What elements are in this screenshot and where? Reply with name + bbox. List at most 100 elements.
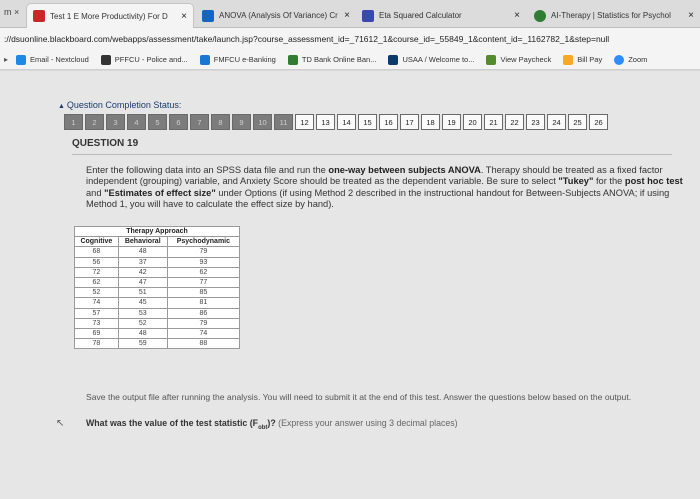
tab-label: Eta Squared Calculator [379, 11, 462, 20]
tab-label: ANOVA (Analysis Of Variance) Cr [219, 11, 338, 20]
question-nav-button[interactable]: 5 [148, 114, 167, 130]
completion-status-label[interactable]: ▲ Question Completion Status: [58, 100, 181, 110]
question-nav-button[interactable]: 4 [127, 114, 146, 130]
question-nav-button[interactable]: 25 [568, 114, 587, 130]
table-cell: 37 [117, 256, 168, 268]
bookmark-usaa[interactable]: USAA / Welcome to... [388, 54, 475, 65]
table-cell: 74 [166, 327, 241, 340]
question-bold-end: )? [267, 418, 276, 428]
column-header-psychodynamic: Psychodynamic [166, 236, 241, 248]
tab-ai-therapy[interactable]: AI-Therapy | Statistics for Psychol × [528, 3, 700, 28]
question-nav-button[interactable]: 8 [211, 114, 230, 130]
question-nav-button[interactable]: 1 [64, 114, 83, 130]
question-nav-button[interactable]: 15 [358, 114, 377, 130]
table-row: 62 47 77 [74, 276, 241, 289]
pffcu-icon [100, 54, 111, 65]
column-header-behavioral: Behavioral [117, 236, 168, 248]
close-icon[interactable]: × [344, 10, 350, 21]
bookmark-pffcu[interactable]: PFFCU - Police and... [100, 54, 188, 65]
question-nav-button[interactable]: 9 [232, 114, 251, 130]
bill-pay-icon [563, 54, 574, 65]
apps-icon[interactable]: ▸ [4, 55, 8, 64]
status-label-text: Question Completion Status: [66, 100, 182, 110]
column-header-cognitive: Cognitive [74, 236, 119, 248]
table-cell: 72 [74, 266, 119, 278]
table-row: 78 59 88 [74, 338, 241, 350]
question-subscript: obt [258, 424, 268, 431]
table-cell: 74 [74, 297, 119, 309]
table-cell: 88 [166, 338, 241, 350]
question-nav-button[interactable]: 6 [169, 114, 188, 130]
bookmark-email[interactable]: Email - Nextcloud [16, 54, 89, 65]
td-bank-icon [287, 54, 298, 65]
table-cell: 59 [117, 338, 168, 350]
tab-eta-squared[interactable]: Eta Squared Calculator × [356, 3, 526, 28]
bookmark-label: TD Bank Online Ban... [301, 55, 377, 64]
bookmark-label: USAA / Welcome to... [402, 55, 475, 64]
table-caption: Therapy Approach [74, 225, 240, 238]
table-row: 69 48 74 [74, 327, 241, 340]
table-cell: 79 [166, 317, 241, 329]
question-nav-button[interactable]: 2 [85, 114, 104, 130]
prompt-emphasis: "Tukey" [558, 176, 594, 187]
question-nav-button[interactable]: 12 [295, 114, 314, 130]
question-text: What was the value of the test statistic… [86, 418, 458, 431]
question-nav-button[interactable]: 23 [526, 114, 545, 130]
table-body: 68 48 79 56 37 93 72 42 62 62 47 77 52 51 85 74 45 81 57 53… [74, 246, 241, 350]
tab-test[interactable]: Test 1 E More Productivity) For D × [26, 3, 194, 28]
url-text[interactable]: ://dsuonline.blackboard.com/webapps/asse… [4, 34, 609, 44]
question-nav-button[interactable]: 21 [484, 114, 503, 130]
prompt-emphasis: post hoc test [624, 176, 683, 187]
question-nav-button[interactable]: 17 [400, 114, 419, 130]
table-cell: 62 [74, 276, 119, 289]
question-nav-button[interactable]: 26 [589, 114, 608, 130]
table-row: 74 45 81 [74, 297, 241, 309]
prompt-text: and [86, 187, 105, 198]
tab-strip-lead[interactable]: m × [4, 7, 19, 17]
table-row: 52 51 85 [74, 287, 241, 299]
anova-tab-icon [202, 9, 214, 22]
table-cell: 57 [74, 307, 119, 319]
bookmark-td-bank[interactable]: TD Bank Online Ban... [287, 54, 377, 65]
question-nav-button[interactable]: 20 [463, 114, 482, 130]
bookmark-fmfcu[interactable]: FMFCU e-Banking [199, 54, 276, 65]
mouse-cursor-icon: ↖ [56, 418, 65, 429]
bookmark-zoom[interactable]: Zoom [614, 54, 647, 65]
question-bold: What was the value of the test statistic… [86, 418, 259, 428]
therapy-data-table: Therapy Approach Cognitive Behavioral Ps… [74, 225, 241, 350]
question-nav-button[interactable]: 19 [442, 114, 461, 130]
question-nav-button[interactable]: 11 [274, 114, 293, 130]
bookmark-label: FMFCU e-Banking [213, 55, 276, 64]
question-nav-button[interactable]: 7 [190, 114, 209, 130]
eta-tab-icon [362, 9, 374, 22]
table-cell: 53 [117, 307, 168, 319]
question-nav-button[interactable]: 10 [253, 114, 272, 130]
table-cell: 69 [74, 327, 119, 340]
table-cell: 51 [117, 287, 168, 299]
bookmark-bill-pay[interactable]: Bill Pay [563, 54, 602, 65]
bookmark-view-paycheck[interactable]: View Paycheck [486, 54, 552, 65]
close-icon[interactable]: × [181, 11, 187, 22]
bookmark-label: View Paycheck [500, 55, 552, 64]
question-nav-button[interactable]: 22 [505, 114, 524, 130]
table-cell: 81 [166, 297, 241, 309]
question-nav-button[interactable]: 24 [547, 114, 566, 130]
close-icon[interactable]: × [514, 10, 520, 21]
question-nav-button[interactable]: 3 [106, 114, 125, 130]
table-cell: 85 [166, 287, 241, 299]
table-cell: 56 [74, 256, 119, 268]
table-cell: 47 [117, 276, 168, 289]
close-icon[interactable]: × [688, 10, 694, 21]
question-nav-button[interactable]: 18 [421, 114, 440, 130]
question-nav-button[interactable]: 16 [379, 114, 398, 130]
address-bar[interactable]: ://dsuonline.blackboard.com/webapps/asse… [0, 28, 700, 50]
question-nav-button[interactable]: 14 [337, 114, 356, 130]
tab-anova[interactable]: ANOVA (Analysis Of Variance) Cr × [196, 3, 356, 28]
table-cell: 77 [166, 276, 241, 289]
prompt-emphasis: "Estimates of effect size" [104, 187, 216, 198]
table-cell: 48 [117, 246, 168, 258]
question-nav-button[interactable]: 13 [316, 114, 335, 130]
paycheck-icon [486, 54, 497, 65]
tab-label: Test 1 E More Productivity) For D [50, 11, 168, 21]
table-cell: 73 [74, 317, 119, 329]
